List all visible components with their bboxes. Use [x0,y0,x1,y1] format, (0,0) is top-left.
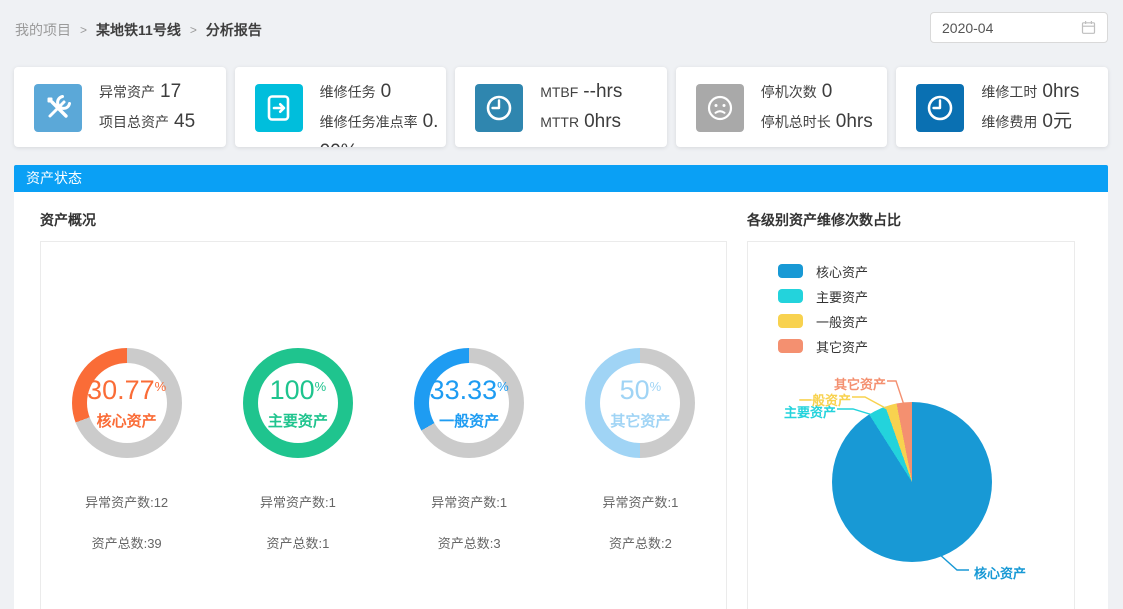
kpi-label: 项目总资产 [99,114,169,130]
legend-label[interactable]: 主要资产 [816,287,868,306]
donut-ring: 100% 主要资产 [243,348,353,458]
kpi-value: 0元 [1042,111,1072,132]
donut-ring: 33.33% 一般资产 [414,348,524,458]
legend-swatch[interactable] [778,339,803,353]
kpi-label: 维修任务 [320,84,376,100]
legend-label[interactable]: 核心资产 [816,262,868,281]
total-count-text: 资产总数:2 [609,533,672,552]
breadcrumb-separator: > [80,23,87,37]
section-header: 资产状态 [14,165,1108,192]
kpi-value: 0hrs [584,111,621,132]
kpi-card-assets: 异常资产 17 项目总资产 45 [14,67,226,147]
kpi-label: 停机次数 [761,84,817,100]
analysis-report-page: 我的项目 > 某地铁11号线 > 分析报告 2020-04 [0,0,1123,609]
total-count-text: 资产总数:39 [92,533,162,552]
legend-item-other[interactable]: 其它资产 [778,339,868,353]
kpi-value: 17 [160,81,181,102]
legend-item-core[interactable]: 核心资产 [778,264,868,278]
kpi-label: 维修费用 [981,114,1037,130]
month-picker-value[interactable]: 2020-04 [942,20,1081,36]
asset-overview-box: 30.77% 核心资产 异常资产数:12 资产总数:39 100% 主要资产 [40,241,727,609]
donut-gauge-row: 30.77% 核心资产 异常资产数:12 资产总数:39 100% 主要资产 [41,242,726,552]
pie-label-core: 核心资产 [974,563,1026,582]
donut-core-assets: 30.77% 核心资产 异常资产数:12 资产总数:39 [41,348,212,552]
breadcrumb-item-report: 分析报告 [206,20,262,40]
breadcrumb-item-project[interactable]: 某地铁11号线 [96,20,181,40]
kpi-card-row: 异常资产17 项目总资产45 维修任务0 维修任务准点率0.00% [14,67,1108,147]
breadcrumb-item-projects[interactable]: 我的项目 [15,20,71,40]
task-arrow-icon [255,84,303,132]
section-title: 资产状态 [26,170,82,186]
kpi-card-downtime: 停机次数 0 停机总时长 0hrs [676,67,888,147]
abnormal-count-text: 异常资产数:1 [431,492,507,511]
total-count-text: 资产总数:1 [266,533,329,552]
donut-label: 一般资产 [439,410,499,431]
kpi-label: 异常资产 [99,84,155,100]
sad-face-icon [696,84,744,132]
kpi-card-tasks: 维修任务0 维修任务准点率0.00% [235,67,447,147]
asset-status-panel: 资产概况 30.77% 核心资产 异常资产数:12 资产总数:39 [14,192,1108,609]
kpi-value: 0 [822,81,833,102]
donut-percent: 100 [270,375,315,405]
donut-ring: 50% 其它资产 [585,348,695,458]
donut-percent: 50 [620,375,650,405]
donut-percent: 33.33 [430,375,498,405]
donut-label: 其它资产 [610,410,670,431]
donut-general-assets: 33.33% 一般资产 异常资产数:1 资产总数:3 [384,348,555,552]
legend-swatch[interactable] [778,264,803,278]
month-picker[interactable]: 2020-04 [930,12,1108,43]
clock-icon [916,84,964,132]
tools-icon [34,84,82,132]
legend-label[interactable]: 一般资产 [816,312,868,331]
donut-other-assets: 50% 其它资产 异常资产数:1 资产总数:2 [555,348,726,552]
abnormal-count-text: 异常资产数:1 [602,492,678,511]
kpi-label: 停机总时长 [761,114,831,130]
clock-icon [475,84,523,132]
legend-item-major[interactable]: 主要资产 [778,289,868,303]
kpi-value: 0 [381,81,392,102]
abnormal-count-text: 异常资产数:1 [260,492,336,511]
kpi-card-cost: 维修工时 0hrs 维修费用 0元 [896,67,1108,147]
kpi-label: 维修工时 [981,84,1037,100]
kpi-value: 0hrs [836,111,873,132]
legend-item-general[interactable]: 一般资产 [778,314,868,328]
kpi-card-mtbf: MTBF --hrs MTTR 0hrs [455,67,667,147]
abnormal-count-text: 异常资产数:12 [85,492,168,511]
donut-ring: 30.77% 核心资产 [72,348,182,458]
kpi-value: 0hrs [1042,81,1079,102]
kpi-label: MTTR [540,114,579,130]
calendar-icon[interactable] [1081,20,1096,35]
breadcrumb-separator: > [190,23,197,37]
kpi-value: 45 [174,111,195,132]
asset-overview-title: 资产概况 [40,210,96,230]
maintenance-pie[interactable] [832,402,992,562]
donut-label: 主要资产 [268,410,328,431]
maintenance-pie-title: 各级别资产维修次数占比 [747,210,901,230]
donut-major-assets: 100% 主要资产 异常资产数:1 资产总数:1 [212,348,383,552]
pie-legend: 核心资产 主要资产 一般资产 其它资产 [778,264,868,364]
kpi-label: 维修任务准点率 [320,114,418,130]
total-count-text: 资产总数:3 [438,533,501,552]
maintenance-pie-box: 核心资产 主要资产 一般资产 其它资产 [747,241,1075,609]
legend-label[interactable]: 其它资产 [816,337,868,356]
kpi-label: MTBF [540,84,578,100]
kpi-value: --hrs [583,81,622,102]
donut-label: 核心资产 [97,410,157,431]
breadcrumb: 我的项目 > 某地铁11号线 > 分析报告 [15,20,262,40]
pie-label-major: 主要资产 [784,402,836,421]
donut-percent: 30.77 [87,375,155,405]
legend-swatch[interactable] [778,289,803,303]
legend-swatch[interactable] [778,314,803,328]
